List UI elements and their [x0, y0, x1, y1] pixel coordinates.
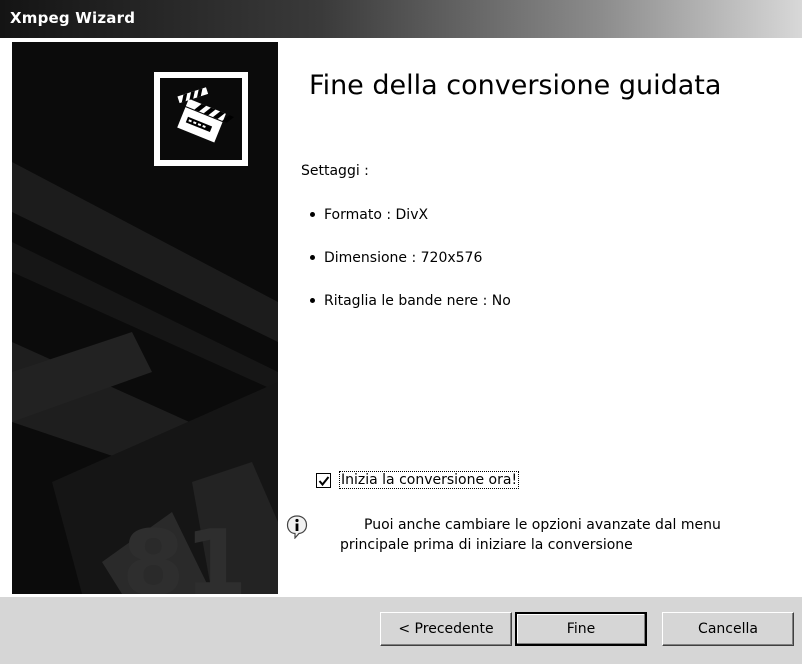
setting-item-crop: Ritaglia le bande nere : No	[310, 293, 511, 309]
clapperboard-icon	[160, 78, 242, 160]
page-title: Fine della conversione guidata	[309, 70, 722, 101]
start-conversion-label[interactable]: Inizia la conversione ora!	[338, 471, 520, 489]
wizard-side-banner: 81	[12, 42, 278, 594]
logo-frame	[154, 72, 248, 166]
cancel-button[interactable]: Cancella	[662, 612, 794, 646]
setting-text: Formato : DivX	[324, 207, 429, 223]
setting-text: Dimensione : 720x576	[324, 250, 483, 266]
checkmark-icon	[318, 476, 330, 487]
info-message-line-1: Puoi anche cambiare le opzioni avanzate …	[364, 517, 721, 533]
bullet-icon	[310, 211, 315, 217]
bullet-icon	[310, 254, 315, 260]
window-title: Xmpeg Wizard	[10, 9, 136, 27]
wizard-window: Xmpeg Wizard 81 Fine della conversione g…	[0, 0, 802, 664]
setting-text: Ritaglia le bande nere : No	[324, 293, 511, 309]
info-message-line-2: principale prima di iniziare la conversi…	[340, 537, 633, 553]
bullet-icon	[310, 297, 315, 303]
info-message: Puoi anche cambiare le opzioni avanzate …	[312, 515, 782, 555]
settings-label: Settaggi :	[301, 163, 369, 179]
setting-item-format: Formato : DivX	[310, 207, 428, 223]
back-button[interactable]: < Precedente	[380, 612, 512, 646]
start-conversion-checkbox[interactable]	[316, 473, 331, 488]
finish-button[interactable]: Fine	[515, 612, 647, 646]
svg-text:81: 81	[122, 511, 247, 594]
info-icon	[286, 515, 308, 543]
title-bar[interactable]: Xmpeg Wizard	[0, 0, 802, 38]
setting-item-size: Dimensione : 720x576	[310, 250, 482, 266]
